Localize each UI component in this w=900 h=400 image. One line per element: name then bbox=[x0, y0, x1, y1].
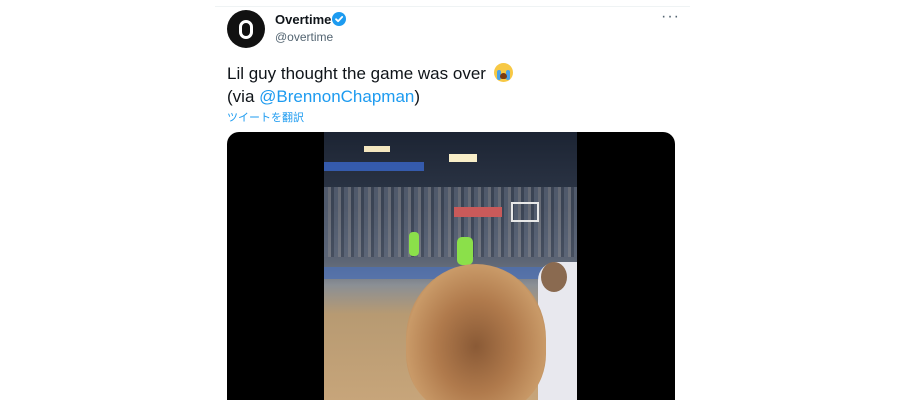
more-options-icon[interactable]: ··· bbox=[661, 8, 680, 26]
player bbox=[409, 232, 419, 256]
spectator-head bbox=[541, 262, 567, 292]
display-name[interactable]: Overtime bbox=[275, 12, 331, 27]
tweet-text: Lil guy thought the game was over (via @… bbox=[227, 62, 667, 108]
divider bbox=[215, 6, 690, 7]
video-frame[interactable] bbox=[324, 132, 577, 400]
avatar[interactable] bbox=[227, 10, 265, 48]
video-player[interactable] bbox=[227, 132, 675, 400]
mention-link[interactable]: @BrennonChapman bbox=[259, 87, 414, 106]
tweet-text-line1: Lil guy thought the game was over bbox=[227, 64, 486, 83]
via-prefix: (via bbox=[227, 87, 260, 106]
via-suffix: ) bbox=[414, 87, 421, 106]
loudly-crying-face-emoji-icon bbox=[493, 63, 513, 82]
arena-light bbox=[449, 154, 477, 162]
handle[interactable]: @overtime bbox=[275, 30, 333, 44]
arena-banner bbox=[324, 162, 424, 171]
overtime-logo-icon bbox=[239, 19, 253, 39]
arena-light bbox=[364, 146, 390, 152]
child-head bbox=[406, 264, 546, 400]
translate-tweet-link[interactable]: ツイートを翻訳 bbox=[227, 109, 304, 125]
scoreboard-sign bbox=[454, 207, 502, 217]
verified-badge-icon bbox=[332, 12, 346, 26]
crowd bbox=[324, 187, 577, 257]
tweet-card[interactable]: Overtime @overtime ··· Lil guy thought t… bbox=[215, 0, 690, 400]
player bbox=[457, 237, 473, 265]
basketball-hoop bbox=[511, 202, 539, 222]
